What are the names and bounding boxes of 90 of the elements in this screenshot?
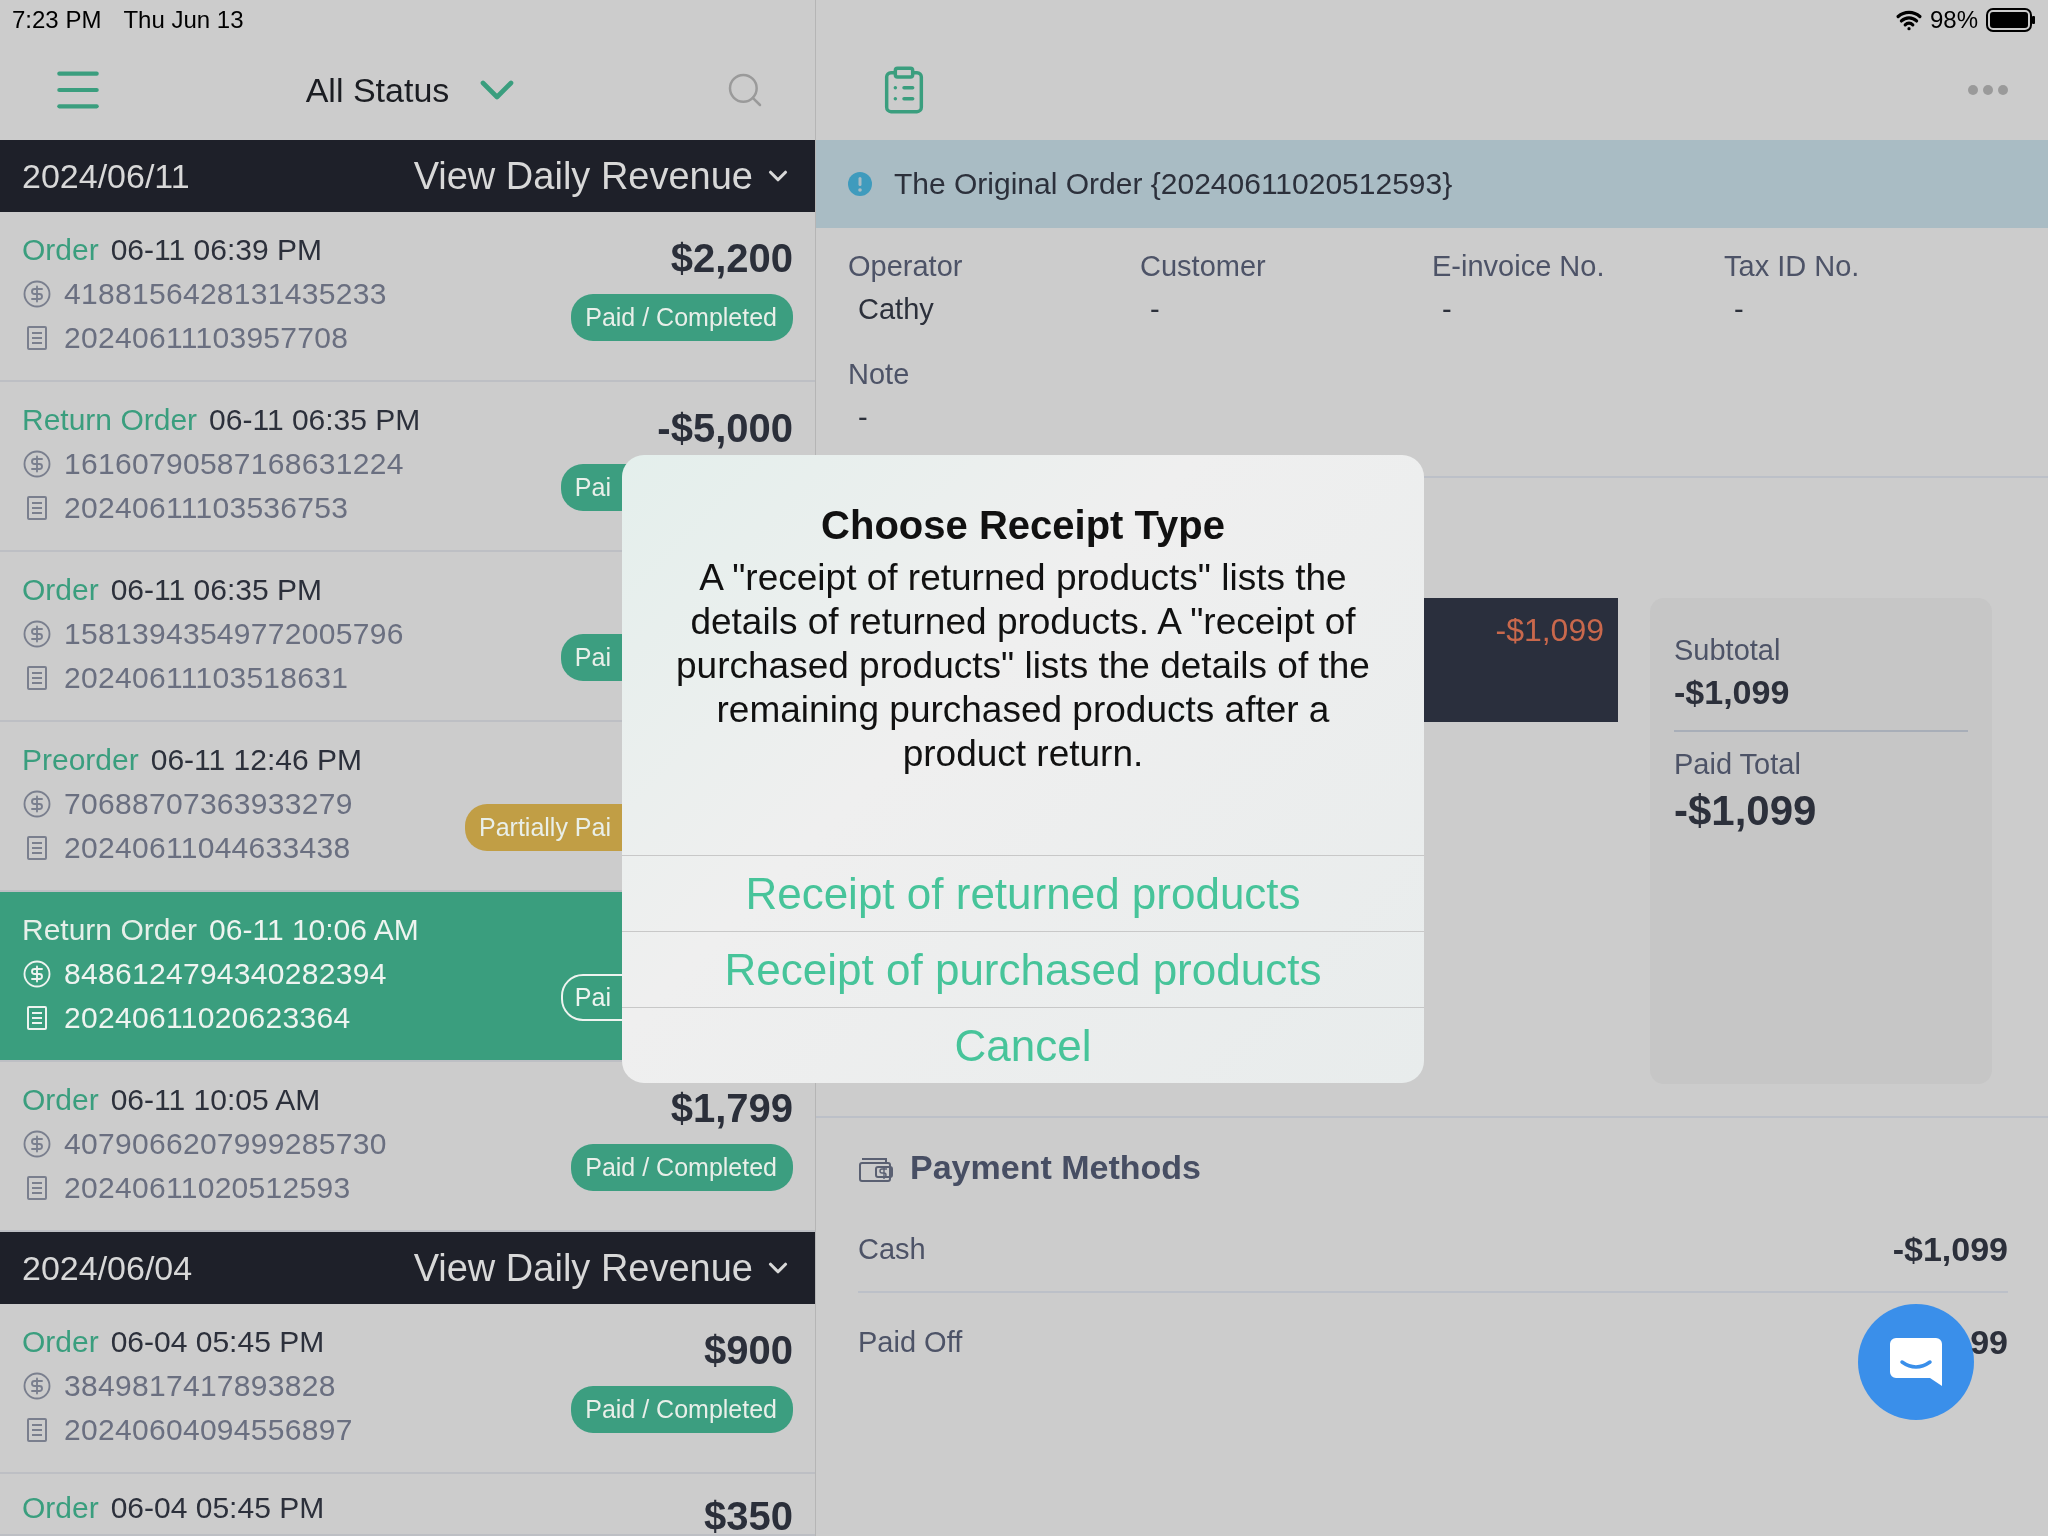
dialog-title: Choose Receipt Type xyxy=(821,503,1225,548)
payment-number: 3849817417893828 xyxy=(64,1369,336,1403)
dollar-icon xyxy=(22,1129,52,1159)
receipt-icon xyxy=(26,835,48,861)
payment-number: 4079066207999285730 xyxy=(64,1127,387,1161)
order-type: Order xyxy=(22,1083,99,1117)
order-type: Order xyxy=(22,573,99,607)
banner-text: The Original Order {20240611020512593} xyxy=(894,167,1453,201)
status-filter[interactable]: All Status xyxy=(305,62,526,118)
order-datetime: 06-11 10:06 AM xyxy=(209,913,419,947)
dollar-icon xyxy=(22,959,52,989)
order-amount: -$5,000 xyxy=(657,406,793,452)
field-value: - xyxy=(1149,293,1161,326)
summary-label: Subtotal xyxy=(1674,634,1782,667)
dollar-icon xyxy=(22,789,52,819)
receipt-icon xyxy=(26,325,48,351)
payment-methods-title: Payment Methods xyxy=(910,1148,1201,1187)
payment-number: 4188156428131435233 xyxy=(64,277,387,311)
order-datetime: 06-11 06:39 PM xyxy=(110,233,322,267)
group-date: 2024/06/04 xyxy=(22,1248,193,1288)
order-amount: $350 xyxy=(704,1494,793,1536)
order-number: 20240604094556897 xyxy=(64,1413,353,1447)
order-row[interactable]: Order 06-11 06:39 PM 4188156428131435233 20240611103957708 $2,200 Paid / Completed xyxy=(0,212,815,382)
order-number: 20240611020512593 xyxy=(64,1171,351,1205)
field-value: Cathy xyxy=(857,293,935,326)
payment-number: 70688707363933279 xyxy=(64,787,353,821)
payment-number: 15813943549772005796 xyxy=(64,617,404,651)
item-amount: -$1,099 xyxy=(1495,612,1604,650)
order-number: 20240611103536753 xyxy=(64,491,349,525)
info-icon xyxy=(848,172,872,196)
order-datetime: 06-11 06:35 PM xyxy=(110,573,322,607)
status-badge: Paid / Completed xyxy=(571,1144,793,1191)
receipt-icon xyxy=(26,665,48,691)
order-datetime: 06-11 06:35 PM xyxy=(209,403,421,437)
order-amount: $1,799 xyxy=(670,1086,793,1132)
order-number: 20240611103957708 xyxy=(64,321,349,355)
daily-revenue-toggle[interactable]: View Daily Revenue xyxy=(413,1246,793,1290)
order-number: 20240611103518631 xyxy=(64,661,349,695)
field-label: Customer xyxy=(1140,250,1267,283)
status-badge: Paid / Completed xyxy=(571,1386,793,1433)
order-type: Order xyxy=(22,1325,99,1359)
dollar-icon xyxy=(22,619,52,649)
field-label: Tax ID No. xyxy=(1724,250,1861,283)
field-value: - xyxy=(1733,293,1745,326)
note-label: Note xyxy=(848,358,911,391)
dollar-icon xyxy=(22,1371,52,1401)
order-type: Return Order xyxy=(22,403,198,437)
summary-value: -$1,099 xyxy=(1674,673,1791,712)
summary-label: Paid Total xyxy=(1674,748,1802,781)
payment-number: 8486124794340282394 xyxy=(64,957,387,991)
order-row[interactable]: Order 06-04 05:45 PM $350 xyxy=(0,1474,815,1536)
note-value: - xyxy=(857,401,869,434)
order-type: Return Order xyxy=(22,913,198,947)
payment-value: -$1,099 xyxy=(1892,1229,2008,1269)
order-amount: $2,200 xyxy=(670,236,793,282)
order-datetime: 06-11 10:05 AM xyxy=(110,1083,321,1117)
field-label: E-invoice No. xyxy=(1432,250,1606,283)
more-button[interactable] xyxy=(1968,85,2008,95)
payment-label: Cash xyxy=(858,1232,926,1266)
dollar-icon xyxy=(22,449,52,479)
dollar-icon xyxy=(22,279,52,309)
field-value: - xyxy=(1441,293,1453,326)
payment-value: 99 xyxy=(1970,1322,2008,1362)
receipt-icon xyxy=(26,1175,48,1201)
status-time: 7:23 PM xyxy=(12,6,102,34)
summary-value: -$1,099 xyxy=(1674,787,1818,835)
order-datetime: 06-04 05:45 PM xyxy=(110,1491,325,1525)
order-number: 20240611044633438 xyxy=(64,831,351,865)
payment-label: Paid Off xyxy=(858,1325,963,1359)
order-type: Order xyxy=(22,233,99,267)
receipt-icon xyxy=(26,1417,48,1443)
battery-icon xyxy=(1986,8,2036,32)
battery-percent: 98% xyxy=(1929,6,1978,34)
order-amount: $900 xyxy=(704,1328,793,1374)
daily-revenue-toggle[interactable]: View Daily Revenue xyxy=(413,154,793,198)
status-badge: Paid / Completed xyxy=(571,294,793,341)
more-icon xyxy=(1968,85,2008,95)
receipt-icon xyxy=(26,495,48,521)
chat-bubble-icon xyxy=(1888,1336,1945,1388)
receipt-icon xyxy=(26,1005,48,1031)
order-number: 20240611020623364 xyxy=(64,1001,351,1035)
order-datetime: 06-11 12:46 PM xyxy=(150,743,362,777)
order-type: Preorder xyxy=(22,743,139,777)
status-date: Thu Jun 13 xyxy=(123,6,244,34)
field-label: Operator xyxy=(848,250,964,283)
order-row[interactable]: Order 06-04 05:45 PM 3849817417893828 20240604094556897 $900 Paid / Completed xyxy=(0,1304,815,1474)
group-date: 2024/06/11 xyxy=(22,156,190,196)
payment-number: 16160790587168631224 xyxy=(64,447,404,481)
order-type: Order xyxy=(22,1491,99,1525)
order-datetime: 06-04 05:45 PM xyxy=(110,1325,325,1359)
